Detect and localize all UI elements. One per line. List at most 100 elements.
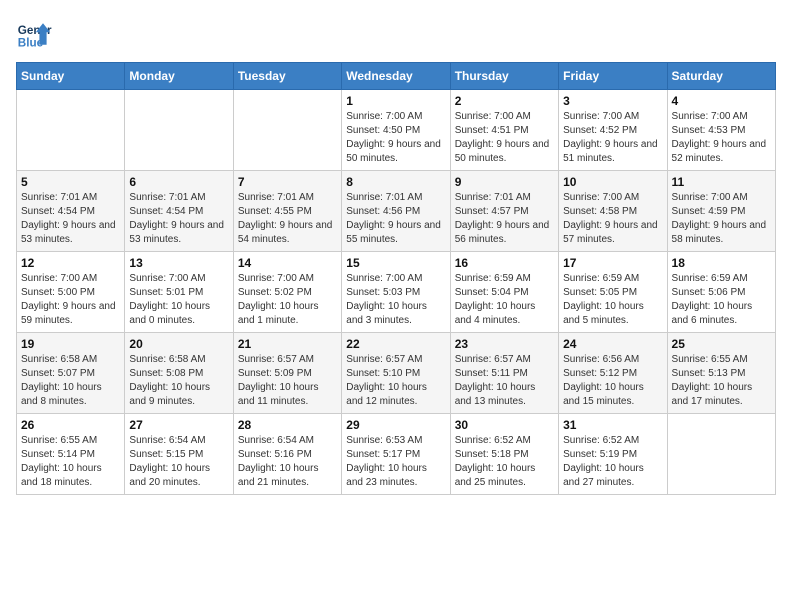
calendar-cell: 22Sunrise: 6:57 AM Sunset: 5:10 PM Dayli… bbox=[342, 333, 450, 414]
calendar-cell: 1 Sunrise: 7:00 AM Sunset: 4:50 PM Daylig… bbox=[342, 90, 450, 171]
calendar-cell: 27Sunrise: 6:54 AM Sunset: 5:15 PM Dayli… bbox=[125, 414, 233, 495]
calendar-cell: 7 Sunrise: 7:01 AM Sunset: 4:55 PM Daylig… bbox=[233, 171, 341, 252]
calendar-cell bbox=[125, 90, 233, 171]
day-info: Sunrise: 6:54 AM Sunset: 5:16 PM Dayligh… bbox=[238, 434, 337, 490]
calendar-cell: 31 Sunrise: 6:52 AM Sunset: 5:19 PM Dayli… bbox=[559, 414, 667, 495]
day-number: 28 bbox=[238, 418, 337, 432]
calendar-cell: 23Sunrise: 6:57 AM Sunset: 5:11 PM Dayli… bbox=[450, 333, 558, 414]
calendar-cell: 16 Sunrise: 6:59 AM Sunset: 5:04 PM Dayli… bbox=[450, 252, 558, 333]
weekday-header: Tuesday bbox=[233, 63, 341, 90]
day-info: Sunrise: 7:01 AM Sunset: 4:56 PM Dayligh… bbox=[346, 191, 445, 247]
day-info: Sunrise: 7:00 AM Sunset: 4:53 PM Dayligh… bbox=[672, 110, 771, 166]
calendar-cell: 30Sunrise: 6:52 AM Sunset: 5:18 PM Dayli… bbox=[450, 414, 558, 495]
calendar-week-row: 5 Sunrise: 7:01 AM Sunset: 4:54 PM Daylig… bbox=[17, 171, 776, 252]
day-info: Sunrise: 7:00 AM Sunset: 4:59 PM Dayligh… bbox=[672, 191, 771, 247]
day-number: 25 bbox=[672, 337, 771, 351]
day-info: Sunrise: 6:55 AM Sunset: 5:14 PM Dayligh… bbox=[21, 434, 120, 490]
logo: General Blue bbox=[16, 16, 52, 52]
day-info: Sunrise: 6:56 AM Sunset: 5:12 PM Dayligh… bbox=[563, 353, 662, 409]
day-number: 16 bbox=[455, 256, 554, 270]
day-number: 1 bbox=[346, 94, 445, 108]
day-number: 11 bbox=[672, 175, 771, 189]
calendar-cell bbox=[233, 90, 341, 171]
day-number: 18 bbox=[672, 256, 771, 270]
day-info: Sunrise: 7:01 AM Sunset: 4:54 PM Dayligh… bbox=[129, 191, 228, 247]
day-number: 10 bbox=[563, 175, 662, 189]
day-number: 31 bbox=[563, 418, 662, 432]
calendar-cell: 12 Sunrise: 7:00 AM Sunset: 5:00 PM Dayli… bbox=[17, 252, 125, 333]
calendar-cell: 29 Sunrise: 6:53 AM Sunset: 5:17 PM Dayli… bbox=[342, 414, 450, 495]
calendar-cell: 19Sunrise: 6:58 AM Sunset: 5:07 PM Dayli… bbox=[17, 333, 125, 414]
calendar-cell: 8 Sunrise: 7:01 AM Sunset: 4:56 PM Daylig… bbox=[342, 171, 450, 252]
day-info: Sunrise: 6:52 AM Sunset: 5:19 PM Dayligh… bbox=[563, 434, 662, 490]
calendar-cell: 21 Sunrise: 6:57 AM Sunset: 5:09 PM Dayli… bbox=[233, 333, 341, 414]
day-number: 3 bbox=[563, 94, 662, 108]
weekday-header: Wednesday bbox=[342, 63, 450, 90]
day-number: 6 bbox=[129, 175, 228, 189]
day-number: 20 bbox=[129, 337, 228, 351]
calendar-cell: 20 Sunrise: 6:58 AM Sunset: 5:08 PM Dayli… bbox=[125, 333, 233, 414]
day-info: Sunrise: 6:57 AM Sunset: 5:11 PM Dayligh… bbox=[455, 353, 554, 409]
calendar-cell: 18 Sunrise: 6:59 AM Sunset: 5:06 PM Dayli… bbox=[667, 252, 775, 333]
day-info: Sunrise: 6:59 AM Sunset: 5:06 PM Dayligh… bbox=[672, 272, 771, 328]
day-info: Sunrise: 6:57 AM Sunset: 5:10 PM Dayligh… bbox=[346, 353, 445, 409]
day-info: Sunrise: 6:58 AM Sunset: 5:08 PM Dayligh… bbox=[129, 353, 228, 409]
calendar-week-row: 19Sunrise: 6:58 AM Sunset: 5:07 PM Dayli… bbox=[17, 333, 776, 414]
day-info: Sunrise: 7:00 AM Sunset: 5:01 PM Dayligh… bbox=[129, 272, 228, 328]
calendar-cell: 14 Sunrise: 7:00 AM Sunset: 5:02 PM Dayli… bbox=[233, 252, 341, 333]
day-number: 5 bbox=[21, 175, 120, 189]
day-info: Sunrise: 7:00 AM Sunset: 4:51 PM Dayligh… bbox=[455, 110, 554, 166]
calendar-week-row: 26 Sunrise: 6:55 AM Sunset: 5:14 PM Dayli… bbox=[17, 414, 776, 495]
day-info: Sunrise: 6:57 AM Sunset: 5:09 PM Dayligh… bbox=[238, 353, 337, 409]
calendar-cell: 5Sunrise: 7:01 AM Sunset: 4:54 PM Daylig… bbox=[17, 171, 125, 252]
day-number: 15 bbox=[346, 256, 445, 270]
calendar-cell: 25 Sunrise: 6:55 AM Sunset: 5:13 PM Dayli… bbox=[667, 333, 775, 414]
day-info: Sunrise: 7:00 AM Sunset: 5:00 PM Dayligh… bbox=[21, 272, 120, 328]
calendar-cell: 11 Sunrise: 7:00 AM Sunset: 4:59 PM Dayli… bbox=[667, 171, 775, 252]
day-number: 24 bbox=[563, 337, 662, 351]
calendar-body: 1 Sunrise: 7:00 AM Sunset: 4:50 PM Daylig… bbox=[17, 90, 776, 495]
day-number: 8 bbox=[346, 175, 445, 189]
calendar-cell: 28 Sunrise: 6:54 AM Sunset: 5:16 PM Dayli… bbox=[233, 414, 341, 495]
day-info: Sunrise: 7:00 AM Sunset: 4:58 PM Dayligh… bbox=[563, 191, 662, 247]
day-info: Sunrise: 7:01 AM Sunset: 4:55 PM Dayligh… bbox=[238, 191, 337, 247]
day-number: 4 bbox=[672, 94, 771, 108]
logo-icon: General Blue bbox=[16, 16, 52, 52]
calendar-cell: 9 Sunrise: 7:01 AM Sunset: 4:57 PM Daylig… bbox=[450, 171, 558, 252]
day-info: Sunrise: 7:00 AM Sunset: 5:02 PM Dayligh… bbox=[238, 272, 337, 328]
calendar-cell: 26 Sunrise: 6:55 AM Sunset: 5:14 PM Dayli… bbox=[17, 414, 125, 495]
page-header: General Blue bbox=[16, 16, 776, 52]
day-number: 17 bbox=[563, 256, 662, 270]
calendar-week-row: 1 Sunrise: 7:00 AM Sunset: 4:50 PM Daylig… bbox=[17, 90, 776, 171]
day-info: Sunrise: 6:55 AM Sunset: 5:13 PM Dayligh… bbox=[672, 353, 771, 409]
calendar-cell: 17Sunrise: 6:59 AM Sunset: 5:05 PM Dayli… bbox=[559, 252, 667, 333]
day-info: Sunrise: 6:53 AM Sunset: 5:17 PM Dayligh… bbox=[346, 434, 445, 490]
day-info: Sunrise: 7:00 AM Sunset: 4:52 PM Dayligh… bbox=[563, 110, 662, 166]
weekday-header: Friday bbox=[559, 63, 667, 90]
day-number: 2 bbox=[455, 94, 554, 108]
day-info: Sunrise: 6:59 AM Sunset: 5:04 PM Dayligh… bbox=[455, 272, 554, 328]
calendar-table: SundayMondayTuesdayWednesdayThursdayFrid… bbox=[16, 62, 776, 495]
calendar-cell: 6 Sunrise: 7:01 AM Sunset: 4:54 PM Daylig… bbox=[125, 171, 233, 252]
calendar-cell: 3 Sunrise: 7:00 AM Sunset: 4:52 PM Daylig… bbox=[559, 90, 667, 171]
calendar-header: SundayMondayTuesdayWednesdayThursdayFrid… bbox=[17, 63, 776, 90]
day-info: Sunrise: 7:00 AM Sunset: 4:50 PM Dayligh… bbox=[346, 110, 445, 166]
weekday-header: Monday bbox=[125, 63, 233, 90]
weekday-header: Sunday bbox=[17, 63, 125, 90]
weekday-header-row: SundayMondayTuesdayWednesdayThursdayFrid… bbox=[17, 63, 776, 90]
calendar-cell: 10 Sunrise: 7:00 AM Sunset: 4:58 PM Dayli… bbox=[559, 171, 667, 252]
calendar-cell bbox=[17, 90, 125, 171]
day-info: Sunrise: 7:00 AM Sunset: 5:03 PM Dayligh… bbox=[346, 272, 445, 328]
day-number: 7 bbox=[238, 175, 337, 189]
day-number: 30 bbox=[455, 418, 554, 432]
calendar-cell: 13Sunrise: 7:00 AM Sunset: 5:01 PM Dayli… bbox=[125, 252, 233, 333]
day-info: Sunrise: 7:01 AM Sunset: 4:57 PM Dayligh… bbox=[455, 191, 554, 247]
calendar-cell: 15 Sunrise: 7:00 AM Sunset: 5:03 PM Dayli… bbox=[342, 252, 450, 333]
calendar-cell: 4 Sunrise: 7:00 AM Sunset: 4:53 PM Daylig… bbox=[667, 90, 775, 171]
day-number: 26 bbox=[21, 418, 120, 432]
day-number: 14 bbox=[238, 256, 337, 270]
day-number: 12 bbox=[21, 256, 120, 270]
day-number: 21 bbox=[238, 337, 337, 351]
day-number: 9 bbox=[455, 175, 554, 189]
day-number: 29 bbox=[346, 418, 445, 432]
